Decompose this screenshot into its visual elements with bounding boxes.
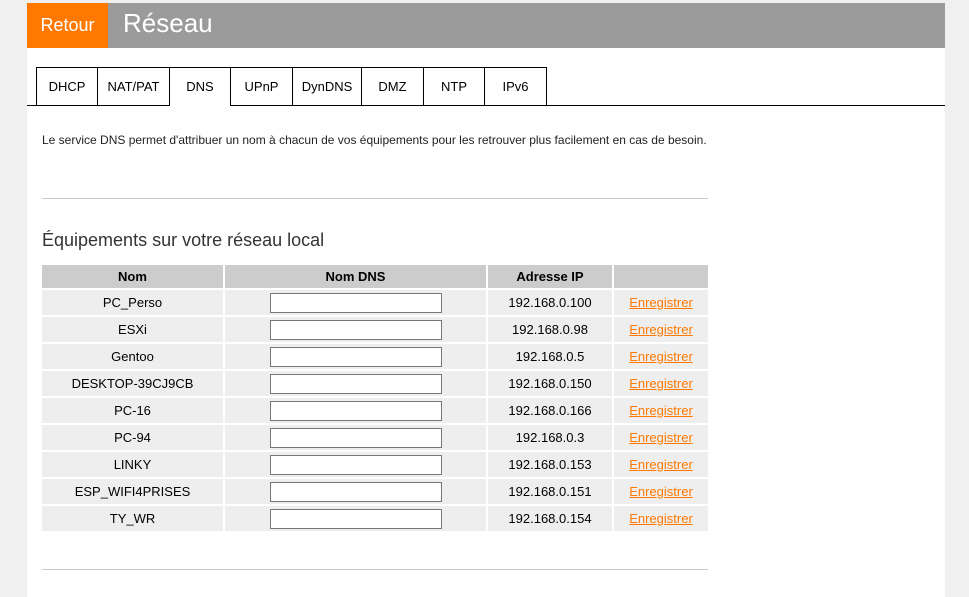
device-name: PC-16 <box>42 396 225 424</box>
device-name: ESP_WIFI4PRISES <box>42 477 225 505</box>
dns-name-input[interactable] <box>269 508 442 529</box>
table-row: PC-94 192.168.0.3 Enregistrer <box>42 423 708 451</box>
dns-name-cell <box>224 315 488 343</box>
tab-dns[interactable]: DNS <box>169 67 231 106</box>
column-header-action <box>613 265 708 289</box>
table-row: Gentoo 192.168.0.5 Enregistrer <box>42 342 708 370</box>
save-link[interactable]: Enregistrer <box>629 376 693 391</box>
dns-name-cell <box>224 423 488 451</box>
device-ip: 192.168.0.154 <box>487 504 614 531</box>
save-link[interactable]: Enregistrer <box>629 349 693 364</box>
page-title: Réseau <box>123 8 213 38</box>
divider-bottom <box>42 569 708 570</box>
dns-name-input[interactable] <box>269 373 442 394</box>
device-ip: 192.168.0.150 <box>487 369 614 397</box>
dns-name-cell <box>224 477 488 505</box>
device-name: LINKY <box>42 450 225 478</box>
device-ip: 192.168.0.151 <box>487 477 614 505</box>
save-link[interactable]: Enregistrer <box>629 403 693 418</box>
device-ip: 192.168.0.153 <box>487 450 614 478</box>
dns-name-cell <box>224 369 488 397</box>
table-row: LINKY 192.168.0.153 Enregistrer <box>42 450 708 478</box>
dns-name-input[interactable] <box>269 346 442 367</box>
dns-name-input[interactable] <box>269 454 442 475</box>
device-ip: 192.168.0.100 <box>487 288 614 316</box>
device-name: Gentoo <box>42 342 225 370</box>
dns-name-cell <box>224 450 488 478</box>
action-cell: Enregistrer <box>613 423 708 451</box>
table-header-row: Nom Nom DNS Adresse IP <box>42 265 708 289</box>
table-row: ESXi 192.168.0.98 Enregistrer <box>42 315 708 343</box>
dns-name-cell <box>224 288 488 316</box>
device-name: TY_WR <box>42 504 225 531</box>
tab-bar: DHCP NAT/PAT DNS UPnP DynDNS DMZ NTP IPv… <box>27 67 945 106</box>
dns-name-cell <box>224 504 488 531</box>
device-name: ESXi <box>42 315 225 343</box>
tab-dyndns[interactable]: DynDNS <box>292 67 362 105</box>
device-name: PC-94 <box>42 423 225 451</box>
dns-name-cell <box>224 342 488 370</box>
table-row: DESKTOP-39CJ9CB 192.168.0.150 Enregistre… <box>42 369 708 397</box>
device-ip: 192.168.0.98 <box>487 315 614 343</box>
save-link[interactable]: Enregistrer <box>629 511 693 526</box>
action-cell: Enregistrer <box>613 288 708 316</box>
intro-text: Le service DNS permet d'attribuer un nom… <box>42 133 707 147</box>
table-row: PC-16 192.168.0.166 Enregistrer <box>42 396 708 424</box>
tab-dhcp[interactable]: DHCP <box>36 67 98 105</box>
tab-nat-pat[interactable]: NAT/PAT <box>97 67 170 105</box>
tab-upnp[interactable]: UPnP <box>230 67 293 105</box>
column-header-dns-name: Nom DNS <box>224 265 488 289</box>
dns-name-input[interactable] <box>269 292 442 313</box>
action-cell: Enregistrer <box>613 504 708 531</box>
dns-name-input[interactable] <box>269 319 442 340</box>
save-link[interactable]: Enregistrer <box>629 457 693 472</box>
device-ip: 192.168.0.3 <box>487 423 614 451</box>
action-cell: Enregistrer <box>613 369 708 397</box>
section-title: Équipements sur votre réseau local <box>42 230 325 250</box>
action-cell: Enregistrer <box>613 450 708 478</box>
dns-name-input[interactable] <box>269 481 442 502</box>
table-row: ESP_WIFI4PRISES 192.168.0.151 Enregistre… <box>42 477 708 505</box>
device-name: DESKTOP-39CJ9CB <box>42 369 225 397</box>
device-ip: 192.168.0.5 <box>487 342 614 370</box>
column-header-ip-address: Adresse IP <box>487 265 614 289</box>
device-ip: 192.168.0.166 <box>487 396 614 424</box>
save-link[interactable]: Enregistrer <box>629 295 693 310</box>
dns-name-cell <box>224 396 488 424</box>
tab-ntp[interactable]: NTP <box>423 67 485 105</box>
header-bar: Retour Réseau <box>27 3 945 48</box>
action-cell: Enregistrer <box>613 477 708 505</box>
dns-name-input[interactable] <box>269 400 442 421</box>
table-row: TY_WR 192.168.0.154 Enregistrer <box>42 504 708 531</box>
device-name: PC_Perso <box>42 288 225 316</box>
dns-name-input[interactable] <box>269 427 442 448</box>
save-link[interactable]: Enregistrer <box>629 484 693 499</box>
action-cell: Enregistrer <box>613 315 708 343</box>
column-header-name: Nom <box>42 265 225 289</box>
back-button[interactable]: Retour <box>27 3 108 48</box>
save-link[interactable]: Enregistrer <box>629 322 693 337</box>
tab-dmz[interactable]: DMZ <box>361 67 424 105</box>
devices-table: Nom Nom DNS Adresse IP PC_Perso 192.168.… <box>42 265 708 531</box>
save-link[interactable]: Enregistrer <box>629 430 693 445</box>
action-cell: Enregistrer <box>613 342 708 370</box>
action-cell: Enregistrer <box>613 396 708 424</box>
main-panel: Retour Réseau DHCP NAT/PAT DNS UPnP DynD… <box>27 3 945 597</box>
divider-top <box>42 198 708 199</box>
table-row: PC_Perso 192.168.0.100 Enregistrer <box>42 288 708 316</box>
tab-ipv6[interactable]: IPv6 <box>484 67 547 105</box>
